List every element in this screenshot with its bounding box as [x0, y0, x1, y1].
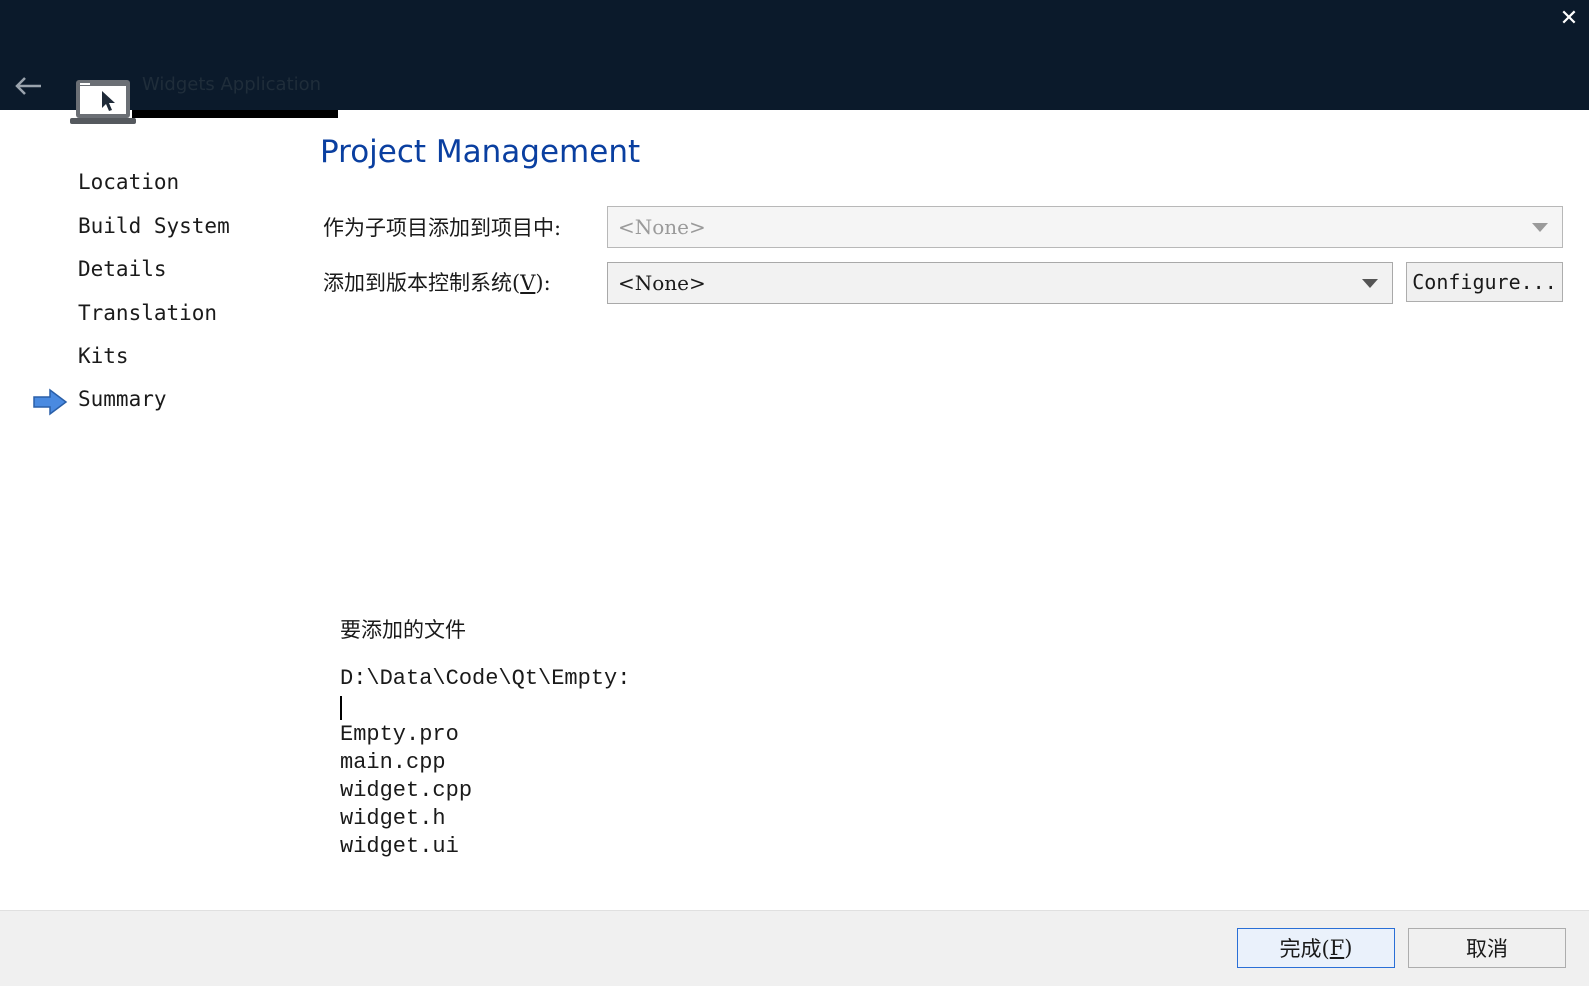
- step-details: Details: [78, 257, 167, 281]
- chevron-down-icon: [1362, 279, 1378, 288]
- arrow-left-icon: [15, 77, 41, 95]
- laptop-cursor-icon: [70, 78, 136, 128]
- back-button[interactable]: [10, 68, 46, 104]
- step-location: Location: [78, 170, 180, 194]
- file-item: Empty.pro: [340, 722, 459, 747]
- file-item: widget.cpp: [340, 778, 473, 803]
- vcs-value: <None>: [618, 271, 706, 295]
- subproject-combo: <None>: [607, 206, 1563, 248]
- title-underline: [132, 110, 338, 118]
- file-item: widget.ui: [340, 834, 459, 859]
- project-path: D:\Data\Code\Qt\Empty:: [340, 666, 631, 691]
- arrow-right-icon: [33, 388, 68, 416]
- cancel-button[interactable]: 取消: [1408, 928, 1566, 968]
- subproject-label: 作为子项目添加到项目中:: [323, 216, 562, 240]
- vcs-label: 添加到版本控制系统(V):: [323, 271, 551, 295]
- vcs-combo[interactable]: <None>: [607, 262, 1393, 304]
- step-translation: Translation: [78, 301, 218, 325]
- finish-button[interactable]: 完成(F): [1237, 928, 1395, 968]
- configure-button[interactable]: Configure...: [1406, 262, 1563, 302]
- close-icon[interactable]: ✕: [1556, 6, 1582, 32]
- app-title: Widgets Application: [142, 74, 322, 95]
- step-kits: Kits: [78, 344, 129, 368]
- step-summary: Summary: [78, 387, 167, 411]
- subproject-value: <None>: [618, 215, 706, 239]
- files-heading: 要添加的文件: [340, 618, 466, 642]
- file-item: main.cpp: [340, 750, 446, 775]
- page-title: Project Management: [320, 134, 641, 170]
- text-cursor: [340, 696, 342, 720]
- file-item: widget.h: [340, 806, 446, 831]
- chevron-down-icon: [1532, 223, 1548, 232]
- step-build-system: Build System: [78, 214, 230, 238]
